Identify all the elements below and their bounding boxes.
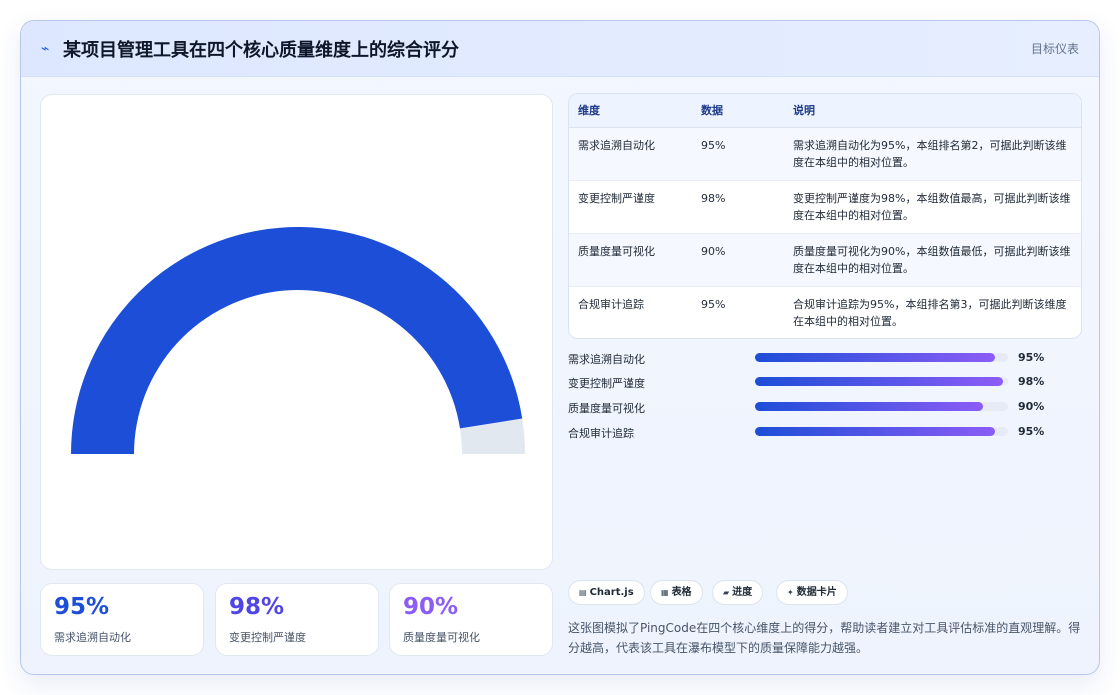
sparkle-icon: ✦ <box>787 588 794 597</box>
table-header-row: 维度 数据 说明 <box>569 94 1081 128</box>
progress-row: 质量度量可视化 90% <box>568 398 1082 418</box>
progress-track <box>755 402 1008 411</box>
progress-fill <box>755 427 996 436</box>
progress-fill <box>755 353 996 362</box>
table-cell: 变更控制严谨度为98%，本组数值最高，可据此判断该维度在本组中的相对位置。 <box>784 180 1081 234</box>
page-title: 某项目管理工具在四个核心质量维度上的综合评分 <box>63 40 459 61</box>
kpi-value: 95% <box>54 594 110 620</box>
chip-label: Chart.js <box>589 587 634 598</box>
kpi-value: 98% <box>229 594 285 620</box>
chip-table[interactable]: ▦ 表格 <box>650 580 703 605</box>
gauge-value-arc[interactable] <box>71 227 523 454</box>
table-header-cell: 维度 <box>569 94 692 128</box>
chip-progress[interactable]: ▰ 进度 <box>712 580 764 605</box>
table-cell: 合规审计追踪为95%，本组排名第3，可据此判断该维度在本组中的相对位置。 <box>784 286 1081 338</box>
table-cell: 需求追溯自动化 <box>569 127 692 181</box>
table-cell: 质量度量可视化为90%，本组数值最低，可据此判断该维度在本组中的相对位置。 <box>784 233 1081 287</box>
header-bar: ⌁ 某项目管理工具在四个核心质量维度上的综合评分 目标仪表 <box>21 21 1099 77</box>
table-icon: ▦ <box>661 588 669 597</box>
progress-track <box>755 427 1008 436</box>
progress-fill <box>755 402 983 411</box>
table-row: 质量度量可视化 90% 质量度量可视化为90%，本组数值最低，可据此判断该维度在… <box>569 233 1081 287</box>
chip-label: 进度 <box>732 587 753 598</box>
progress-label: 质量度量可视化 <box>568 402 645 415</box>
table-cell: 98% <box>692 180 784 234</box>
dashboard-card: ⌁ 某项目管理工具在四个核心质量维度上的综合评分 目标仪表 95% 需求追溯自动… <box>20 20 1100 675</box>
table-cell: 90% <box>692 233 784 287</box>
progress-value: 98% <box>1018 375 1045 388</box>
progress-icon: ▰ <box>723 588 730 597</box>
progress-fill <box>755 377 1003 386</box>
table-cell: 变更控制严谨度 <box>569 180 692 234</box>
chip-label: 表格 <box>671 587 692 598</box>
progress-label: 需求追溯自动化 <box>568 353 645 366</box>
kpi-card: 90% 质量度量可视化 <box>389 583 553 656</box>
gauge-chart-panel <box>40 94 553 570</box>
table-cell: 质量度量可视化 <box>569 233 692 287</box>
chip-chartjs[interactable]: ▤ Chart.js <box>568 580 645 605</box>
progress-value: 90% <box>1018 400 1045 413</box>
kpi-value: 90% <box>403 594 459 620</box>
progress-track <box>755 377 1008 386</box>
progress-track <box>755 353 1008 362</box>
progress-label: 合规审计追踪 <box>568 427 634 440</box>
progress-row: 变更控制严谨度 98% <box>568 373 1082 393</box>
progress-label: 变更控制严谨度 <box>568 377 645 390</box>
chart-icon: ▤ <box>579 588 587 597</box>
progress-row: 合规审计追踪 95% <box>568 423 1082 443</box>
chart-description: 这张图模拟了PingCode在四个核心维度上的得分，帮助读者建立对工具评估标准的… <box>568 621 1081 655</box>
pulse-icon: ⌁ <box>41 41 50 57</box>
chip-data-card[interactable]: ✦ 数据卡片 <box>776 580 848 605</box>
gauge-chart <box>71 227 525 454</box>
progress-row: 需求追溯自动化 95% <box>568 349 1082 369</box>
chip-label: 数据卡片 <box>796 587 837 598</box>
table-header-cell: 说明 <box>784 94 1081 128</box>
table-header-cell: 数据 <box>692 94 784 128</box>
table-cell: 95% <box>692 286 784 338</box>
table-cell: 95% <box>692 127 784 181</box>
kpi-card: 98% 变更控制严谨度 <box>215 583 379 656</box>
table-row: 变更控制严谨度 98% 变更控制严谨度为98%，本组数值最高，可据此判断该维度在… <box>569 180 1081 234</box>
table-cell: 合规审计追踪 <box>569 286 692 338</box>
kpi-card: 95% 需求追溯自动化 <box>40 583 204 656</box>
data-table-container: 维度 数据 说明 需求追溯自动化 95% 需求追溯自动化为95%，本组排名第2，… <box>568 93 1082 339</box>
kpi-label: 需求追溯自动化 <box>54 631 131 644</box>
kpi-label: 变更控制严谨度 <box>229 631 306 644</box>
progress-value: 95% <box>1018 351 1045 364</box>
table-row: 需求追溯自动化 95% 需求追溯自动化为95%，本组排名第2，可据此判断该维度在… <box>569 127 1081 181</box>
data-table: 维度 数据 说明 需求追溯自动化 95% 需求追溯自动化为95%，本组排名第2，… <box>569 94 1081 338</box>
table-row: 合规审计追踪 95% 合规审计追踪为95%，本组排名第3，可据此判断该维度在本组… <box>569 286 1081 338</box>
header-tag: 目标仪表 <box>1030 42 1079 56</box>
kpi-label: 质量度量可视化 <box>403 631 480 644</box>
table-cell: 需求追溯自动化为95%，本组排名第2，可据此判断该维度在本组中的相对位置。 <box>784 127 1081 181</box>
progress-value: 95% <box>1018 425 1045 438</box>
